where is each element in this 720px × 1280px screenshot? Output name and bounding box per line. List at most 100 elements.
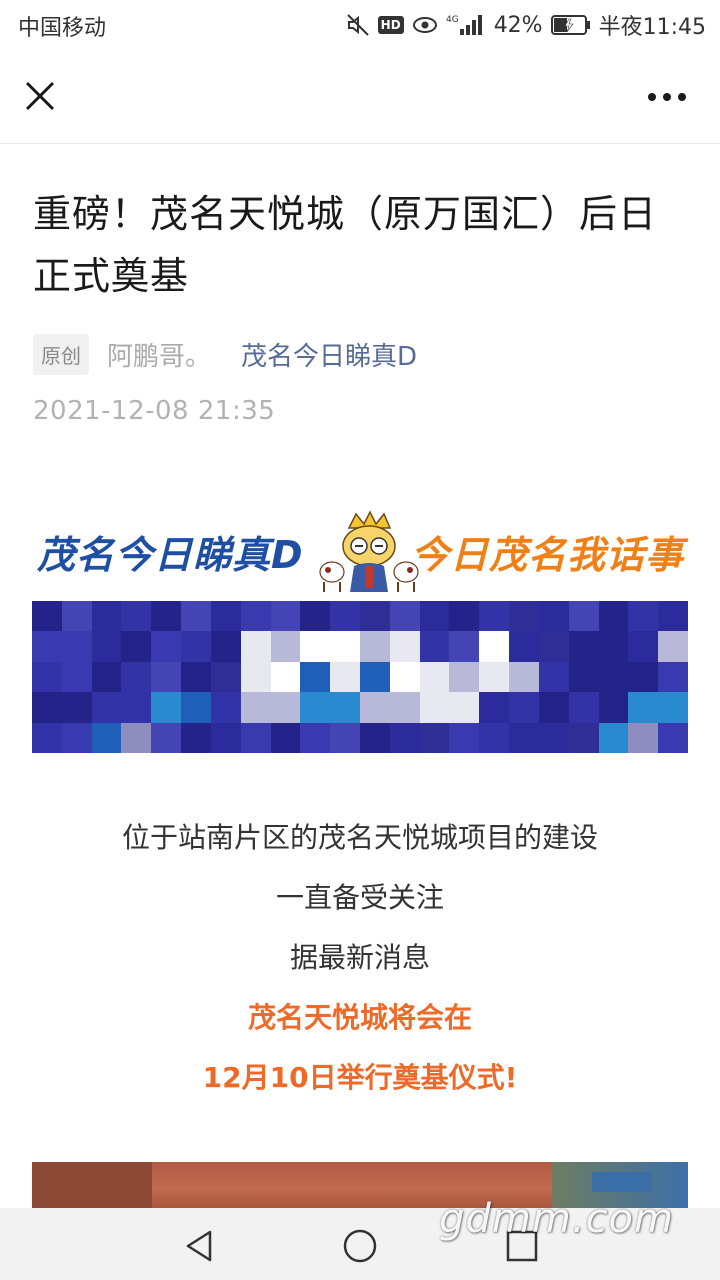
mosaic-cell (419, 631, 451, 663)
mosaic-cell (568, 601, 600, 633)
mosaic-cell (61, 631, 93, 663)
mosaic-cell (389, 601, 421, 633)
mosaic-cell (240, 631, 272, 663)
mosaic-cell (210, 722, 242, 753)
mosaic-cell (210, 692, 242, 724)
original-tag: 原创 (33, 333, 89, 375)
mascot-image (314, 510, 424, 600)
mosaic-cell (151, 601, 183, 633)
back-button[interactable] (180, 1226, 220, 1266)
banner-image: 茂名今日睇真D 今日茂名我话事 (32, 510, 688, 592)
status-bar: 中国移动 HD 4G 42% 半夜11:45 (0, 0, 720, 50)
body-paragraph: 一直备受关注 (275, 881, 444, 914)
hd-badge: HD (377, 16, 404, 34)
mosaic-cell (389, 661, 421, 694)
mosaic-cell (32, 661, 63, 694)
mosaic-cell (598, 631, 630, 663)
mosaic-cell (449, 631, 481, 663)
mosaic-cell (658, 661, 688, 694)
mosaic-cell (240, 722, 272, 753)
mosaic-cell (151, 631, 183, 663)
mosaic-cell (449, 692, 481, 724)
mosaic-cell (360, 692, 391, 724)
mosaic-cell (240, 661, 272, 694)
mosaic-cell (151, 692, 183, 724)
mosaic-cell (509, 601, 540, 633)
mosaic-cell (538, 722, 570, 753)
mosaic-cell (210, 631, 242, 663)
mosaic-cell (91, 722, 123, 753)
mosaic-cell (181, 661, 212, 694)
mosaic-cell (91, 601, 123, 633)
mosaic-cell (360, 722, 391, 753)
mosaic-cell (479, 631, 511, 663)
mosaic-cell (658, 631, 688, 663)
mosaic-cell (419, 722, 451, 753)
back-triangle-icon (186, 1230, 212, 1262)
mosaic-cell (151, 661, 183, 694)
mosaic-cell (568, 661, 600, 694)
mosaic-cell (330, 631, 361, 663)
mosaic-cell (628, 661, 660, 694)
article-body: 位于站南片区的茂名天悦城项目的建设 一直备受关注 据最新消息 茂名天悦城将会在 … (0, 808, 720, 1108)
body-paragraph: 位于站南片区的茂名天悦城项目的建设 (121, 821, 598, 854)
mosaic-cell (32, 601, 63, 633)
mosaic-cell (210, 661, 242, 694)
more-options-button[interactable] (644, 80, 690, 114)
mosaic-cell (300, 631, 332, 663)
mosaic-cell (32, 722, 63, 753)
account-link[interactable]: 茂名今日睇真D (241, 336, 417, 373)
mosaic-cell (628, 631, 660, 663)
mosaic-cell (598, 722, 630, 753)
mosaic-cell (300, 601, 332, 633)
battery-icon (550, 14, 591, 36)
home-circle-icon (343, 1229, 377, 1263)
watermark: gdmm.com (439, 1196, 674, 1242)
mosaic-cell (538, 631, 570, 663)
more-icon (648, 93, 686, 101)
pixelated-image (32, 601, 688, 753)
mosaic-cell (61, 692, 93, 724)
mosaic-cell (598, 661, 630, 694)
mosaic-cell (568, 722, 600, 753)
mosaic-cell (509, 692, 540, 724)
mosaic-cell (330, 722, 361, 753)
mosaic-cell (538, 692, 570, 724)
home-button[interactable] (340, 1226, 380, 1266)
mosaic-cell (479, 601, 511, 633)
mosaic-cell (509, 722, 540, 753)
mosaic-cell (360, 661, 391, 694)
status-icons: HD 4G 42% 半夜11:45 (346, 8, 706, 42)
mosaic-cell (32, 692, 63, 724)
mosaic-cell (91, 661, 123, 694)
publish-time: 2021-12-08 21:35 (33, 396, 276, 426)
mosaic-cell (509, 661, 540, 694)
mosaic-cell (628, 601, 660, 633)
mosaic-cell (628, 692, 660, 724)
mosaic-cell (270, 692, 302, 724)
mute-icon (346, 13, 370, 37)
mosaic-cell (300, 661, 332, 694)
mosaic-cell (270, 661, 302, 694)
mosaic-cell (181, 631, 212, 663)
clock-time: 半夜11:45 (598, 15, 706, 40)
mosaic-cell (121, 631, 153, 663)
mosaic-cell (568, 692, 600, 724)
mosaic-cell (419, 601, 451, 633)
top-nav-bar (0, 50, 720, 144)
mosaic-cell (270, 601, 302, 633)
mosaic-cell (509, 631, 540, 663)
mosaic-cell (240, 601, 272, 633)
close-button[interactable] (20, 76, 60, 116)
mosaic-cell (330, 692, 361, 724)
mosaic-cell (32, 631, 63, 663)
mosaic-cell (658, 722, 688, 753)
mosaic-cell (121, 661, 153, 694)
mosaic-cell (270, 722, 302, 753)
mosaic-cell (449, 601, 481, 633)
article-meta: 原创 阿鹏哥。 茂名今日睇真D (33, 333, 417, 375)
highlight-paragraph: 茂名天悦城将会在 (247, 1001, 472, 1034)
mosaic-cell (360, 631, 391, 663)
body-paragraph: 据最新消息 (289, 941, 430, 974)
mosaic-cell (658, 692, 688, 724)
